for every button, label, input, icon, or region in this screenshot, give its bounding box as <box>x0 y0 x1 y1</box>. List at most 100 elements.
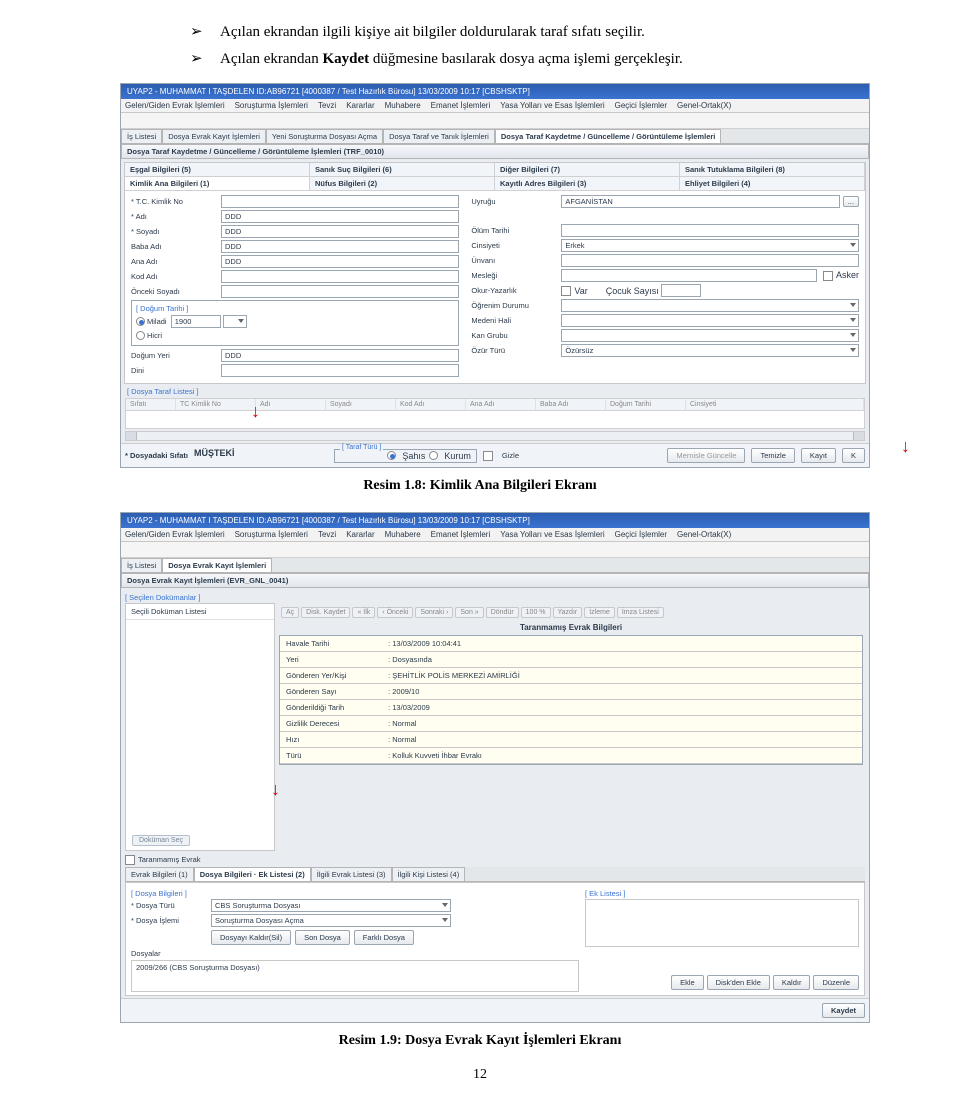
button-temizle[interactable]: Temizle <box>751 448 794 463</box>
menu-item[interactable]: Kararlar <box>346 530 374 539</box>
label-okur: Okur-Yazarlık <box>471 286 561 295</box>
tab-active[interactable]: Dosya Taraf Kaydetme / Güncelleme / Görü… <box>495 129 722 143</box>
col-header[interactable]: Diğer Bilgileri (7) <box>495 163 680 176</box>
checkbox-var[interactable] <box>561 286 571 296</box>
nav-btn[interactable]: İmza Listesi <box>617 607 664 618</box>
button-kaydet[interactable]: Kaydet <box>822 1003 865 1018</box>
col-header[interactable]: Kayıtlı Adres Bilgileri (3) <box>495 177 680 190</box>
input-miladi-year[interactable]: 1900 <box>171 315 221 328</box>
select-ozur[interactable]: Özürsüz <box>561 344 859 357</box>
button-ekle[interactable]: Ekle <box>671 975 704 990</box>
tab[interactable]: İlgili Evrak Listesi (3) <box>311 867 392 881</box>
radio-kurum[interactable] <box>429 451 438 460</box>
tab[interactable]: İlgili Kişi Listesi (4) <box>392 867 466 881</box>
select-cinsiyet[interactable]: Erkek <box>561 239 859 252</box>
tab[interactable]: Evrak Bilgileri (1) <box>125 867 194 881</box>
menu-item[interactable]: Soruşturma İşlemleri <box>235 530 308 539</box>
nav-btn[interactable]: Disk. Kaydet <box>301 607 350 618</box>
button-farkli-dosya[interactable]: Farklı Dosya <box>354 930 414 945</box>
input-soyadi[interactable]: DDD <box>221 225 459 238</box>
lookup-button[interactable]: ... <box>843 196 859 207</box>
nav-btn[interactable]: 100 % <box>521 607 551 618</box>
button-mernis[interactable]: Mernisle Güncelle <box>667 448 745 463</box>
checkbox-taranmamis[interactable] <box>125 855 135 865</box>
menu-item[interactable]: Emanet İşlemleri <box>431 530 491 539</box>
menu-item[interactable]: Tevzi <box>318 101 336 110</box>
input-tc[interactable] <box>221 195 459 208</box>
input-sifat[interactable]: MÜŞTEKİ <box>194 448 304 463</box>
col-header[interactable]: Nüfus Bilgileri (2) <box>310 177 495 190</box>
input-cocuk[interactable] <box>661 284 701 297</box>
tab[interactable]: İş Listesi <box>121 129 162 143</box>
menu-item[interactable]: Gelen/Giden Evrak İşlemleri <box>125 101 225 110</box>
menu-item[interactable]: Muhabere <box>385 530 421 539</box>
nav-btn[interactable]: İzleme <box>584 607 615 618</box>
select-dosya-turu[interactable]: CBS Soruşturma Dosyası <box>211 899 451 912</box>
nav-btn[interactable]: ‹ Önceki <box>377 607 413 618</box>
button-son-dosya[interactable]: Son Dosya <box>295 930 350 945</box>
select-miladi[interactable] <box>223 315 247 328</box>
checkbox-asker[interactable] <box>823 271 833 281</box>
button-k[interactable]: K <box>842 448 865 463</box>
menu-item[interactable]: Muhabere <box>385 101 421 110</box>
button-duzenle[interactable]: Düzenle <box>813 975 859 990</box>
nav-btn[interactable]: Yazdır <box>553 607 583 618</box>
select-ogrenim[interactable] <box>561 299 859 312</box>
input-uyrugu[interactable]: AFGANİSTAN <box>561 195 839 208</box>
input-onceki[interactable] <box>221 285 459 298</box>
input-dogum-yeri[interactable]: DDD <box>221 349 459 362</box>
select-sifat[interactable] <box>310 448 328 463</box>
menu-item[interactable]: Genel-Ortak(X) <box>677 101 731 110</box>
checkbox-gizle[interactable] <box>483 451 493 461</box>
nav-btn[interactable]: Son » <box>455 607 483 618</box>
nav-btn[interactable]: Sonraki › <box>415 607 453 618</box>
button-kaldir[interactable]: Kaldır <box>773 975 811 990</box>
button-dosya-sil[interactable]: Dosyayı Kaldır(Sil) <box>211 930 291 945</box>
info-val: 2009/10 <box>392 687 419 696</box>
menu-item[interactable]: Genel-Ortak(X) <box>677 530 731 539</box>
col-header[interactable]: Sanık Suç Bilgileri (6) <box>310 163 495 176</box>
tab[interactable]: Dosya Taraf ve Tanık İşlemleri <box>383 129 495 143</box>
button-kayit[interactable]: Kayıt <box>801 448 836 463</box>
dokuman-sec-button[interactable]: Doküman Seç <box>132 835 190 846</box>
radio-hicri[interactable] <box>136 331 145 340</box>
menu-item[interactable]: Gelen/Giden Evrak İşlemleri <box>125 530 225 539</box>
tab-active[interactable]: Dosya Bilgileri · Ek Listesi (2) <box>194 867 311 881</box>
label-ozur: Özür Türü <box>471 346 561 355</box>
radio-sahis[interactable] <box>387 451 396 460</box>
col-header[interactable]: Eşgal Bilgileri (5) <box>125 163 310 176</box>
button-diskden-ekle[interactable]: Disk'den Ekle <box>707 975 770 990</box>
tab[interactable]: Yeni Soruşturma Dosyası Açma <box>266 129 383 143</box>
menu-item[interactable]: Kararlar <box>346 101 374 110</box>
nav-btn[interactable]: « İlk <box>352 607 375 618</box>
menu-item[interactable]: Geçici İşlemler <box>615 101 667 110</box>
input-baba[interactable]: DDD <box>221 240 459 253</box>
menu-item[interactable]: Tevzi <box>318 530 336 539</box>
col-header-active[interactable]: Kimlik Ana Bilgileri (1) <box>125 177 310 190</box>
menu-item[interactable]: Emanet İşlemleri <box>431 101 491 110</box>
bullet-text: Açılan ekrandan ilgili kişiye ait bilgil… <box>220 24 645 40</box>
col-header[interactable]: Sanık Tutuklama Bilgileri (8) <box>680 163 865 176</box>
input-dini[interactable] <box>221 364 459 377</box>
tab[interactable]: Dosya Evrak Kayıt İşlemleri <box>162 129 266 143</box>
col-header[interactable]: Ehliyet Bilgileri (4) <box>680 177 865 190</box>
tab[interactable]: İş Listesi <box>121 558 162 572</box>
input-olum[interactable] <box>561 224 859 237</box>
menu-item[interactable]: Yasa Yolları ve Esas İşlemleri <box>500 530 604 539</box>
input-ana[interactable]: DDD <box>221 255 459 268</box>
select-dosya-islem[interactable]: Soruşturma Dosyası Açma <box>211 914 451 927</box>
input-unvan[interactable] <box>561 254 859 267</box>
select-medeni[interactable] <box>561 314 859 327</box>
menu-item[interactable]: Soruşturma İşlemleri <box>235 101 308 110</box>
radio-miladi[interactable] <box>136 317 145 326</box>
tab-active[interactable]: Dosya Evrak Kayıt İşlemleri <box>162 558 272 572</box>
input-meslek[interactable] <box>561 269 817 282</box>
nav-btn[interactable]: Döndür <box>486 607 519 618</box>
input-kod[interactable] <box>221 270 459 283</box>
menu-item[interactable]: Yasa Yolları ve Esas İşlemleri <box>500 101 604 110</box>
input-adi[interactable]: DDD <box>221 210 459 223</box>
select-kan[interactable] <box>561 329 859 342</box>
scrollbar-horizontal[interactable] <box>125 431 865 441</box>
nav-btn[interactable]: Aç <box>281 607 299 618</box>
menu-item[interactable]: Geçici İşlemler <box>615 530 667 539</box>
